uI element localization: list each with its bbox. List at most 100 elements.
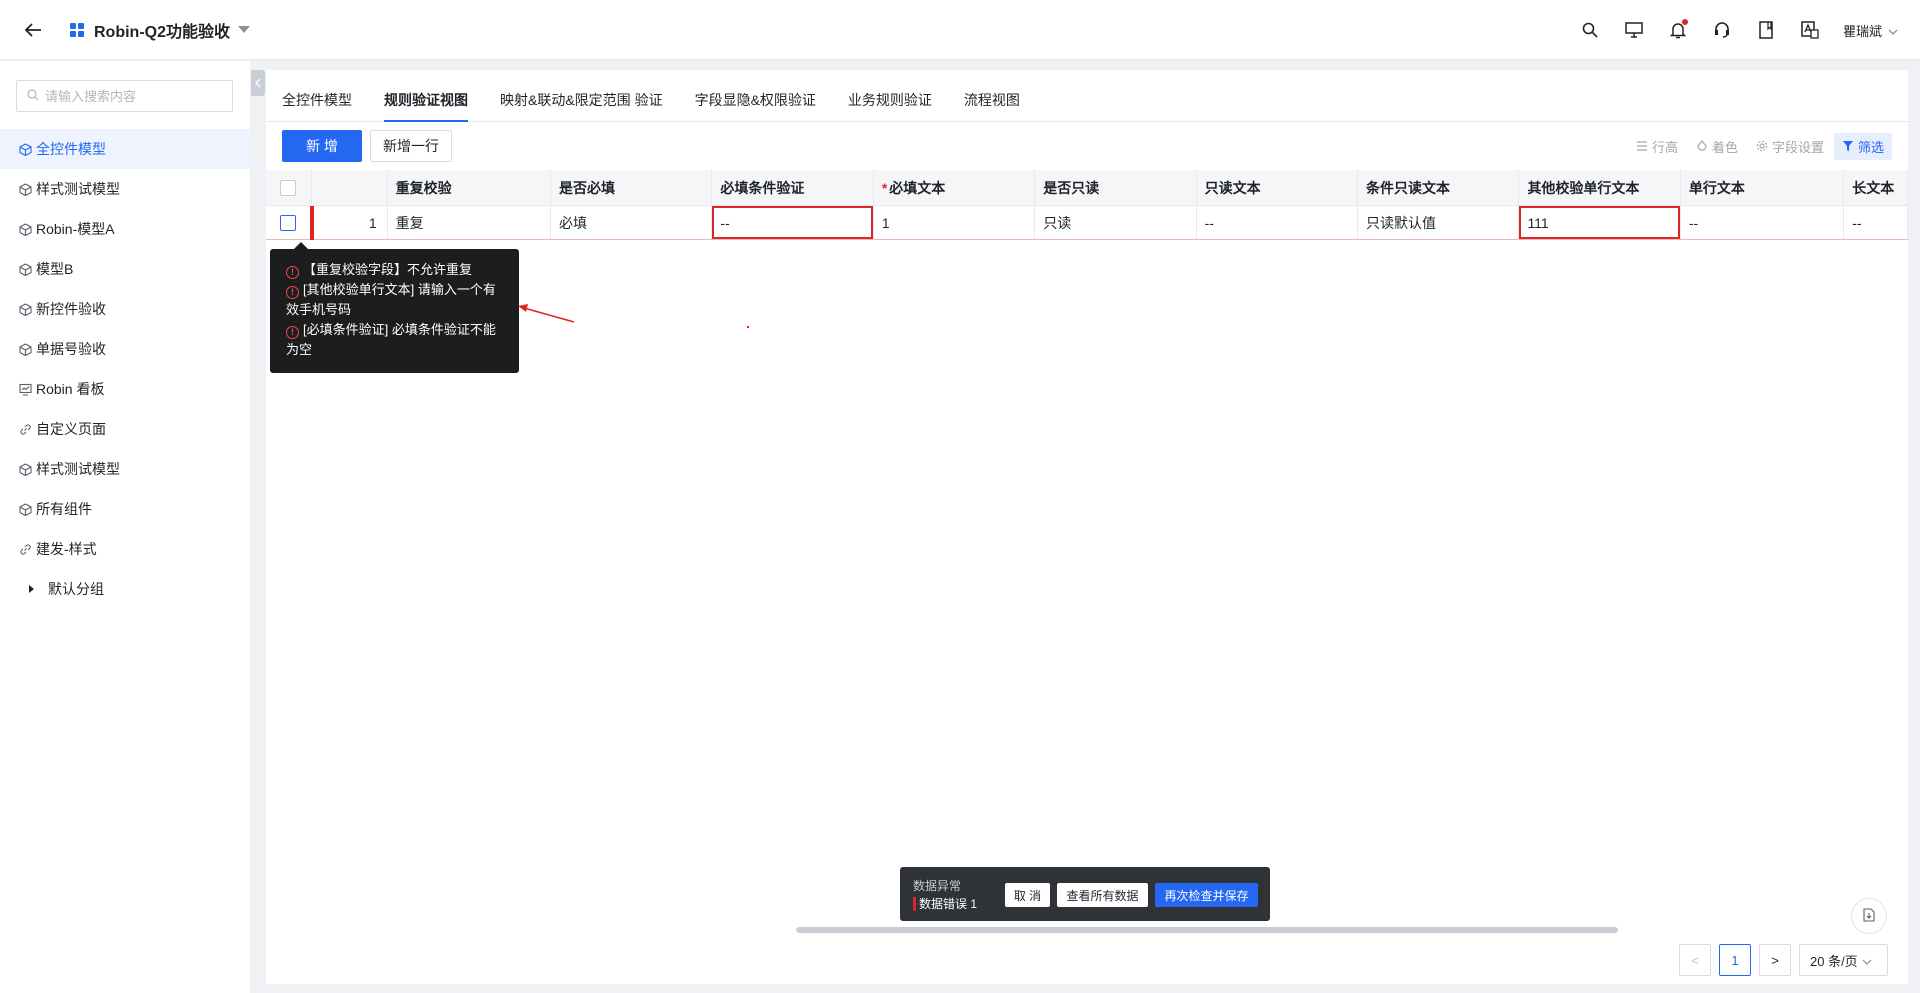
tab-5[interactable]: 业务规则验证 (848, 70, 932, 122)
caret-right-icon (24, 582, 38, 596)
row-index: 1 (311, 206, 388, 239)
field-settings-tool[interactable]: 字段设置 (1756, 137, 1824, 156)
sidebar-item[interactable]: 样式测试模型 (0, 449, 250, 489)
table-cell[interactable]: 重复 (387, 206, 551, 239)
page-1-button[interactable]: 1 (1719, 944, 1751, 976)
sidebar-item[interactable]: 所有组件 (0, 489, 250, 529)
tab-3[interactable]: 映射&联动&限定范围 验证 (500, 70, 663, 122)
view-all-data-button[interactable]: 查看所有数据 (1057, 883, 1148, 907)
view-tabs: 全控件模型 规则验证视图 映射&联动&限定范围 验证 字段显隐&权限验证 业务规则验证流… (266, 70, 1908, 122)
sidebar-item[interactable]: 模型B (0, 249, 250, 289)
cube-icon (18, 182, 32, 196)
sidebar-nav: 全控件模型样式测试模型 Robin-模型A 模型B 新控件验收 单据号验收 Robin 看… (0, 129, 250, 609)
sidebar-item-label: 样式测试模型 (36, 181, 120, 197)
book-icon[interactable] (1755, 19, 1777, 41)
sidebar-item[interactable]: 样式测试模型 (0, 169, 250, 209)
sidebar-item[interactable]: 默认分组 (0, 569, 250, 609)
table-cell[interactable]: 必填 (551, 206, 713, 239)
recheck-save-button[interactable]: 再次检查并保存 (1155, 883, 1258, 907)
color-tool[interactable]: 着色 (1696, 137, 1738, 156)
cube-icon (18, 302, 32, 316)
row-height-tool[interactable]: 行高 (1636, 137, 1678, 156)
select-all-checkbox[interactable] (280, 179, 297, 196)
column-header[interactable]: 必填条件验证 (712, 170, 874, 205)
column-header-label: 只读文本 (1204, 179, 1261, 196)
app-grid-icon (70, 22, 84, 37)
tab-1[interactable]: 全控件模型 (282, 70, 352, 122)
error-action-bar: 数据异常 数据错误 1 取 消 查看所有数据 再次检查并保存 (900, 867, 1270, 921)
column-header-label: 重复校验 (395, 179, 452, 196)
table-cell[interactable]: 只读 (1035, 206, 1197, 239)
link-icon (18, 542, 32, 556)
table-cell[interactable]: 只读默认值 (1358, 206, 1520, 239)
color-label: 着色 (1711, 139, 1738, 155)
column-header[interactable]: 是否只读 (1035, 170, 1197, 205)
column-header[interactable]: 是否必填 (551, 170, 713, 205)
validation-error-text: 【重复校验字段】不允许重复 (303, 262, 473, 277)
back-arrow-icon[interactable] (22, 19, 44, 41)
column-header[interactable]: 其他校验单行文本 (1519, 170, 1681, 205)
user-menu[interactable]: 瞿瑞斌 (1843, 21, 1898, 40)
sidebar-item[interactable]: 自定义页面 (0, 409, 250, 449)
sidebar-item[interactable]: 全控件模型 (0, 129, 250, 169)
table-tools: 行高 着色 字段设置 筛选 (1618, 132, 1892, 160)
column-header[interactable]: 只读文本 (1197, 170, 1359, 205)
tab-4[interactable]: 字段显隐&权限验证 (695, 70, 816, 122)
main-panel: 全控件模型 规则验证视图 映射&联动&限定范围 验证 字段显隐&权限验证 业务规则验证流… (266, 70, 1909, 984)
document-fab-button[interactable] (1851, 898, 1887, 934)
next-page-button[interactable]: > (1759, 944, 1791, 976)
headset-icon[interactable] (1711, 19, 1733, 41)
row-error-indicator (310, 206, 314, 240)
row-checkbox[interactable] (280, 214, 297, 231)
annotation-arrow (518, 304, 575, 323)
monitor-icon[interactable] (1623, 19, 1645, 41)
column-header-label: 必填条件验证 (720, 179, 805, 196)
translate-icon[interactable] (1799, 19, 1821, 41)
table-cell[interactable]: -- (1196, 206, 1359, 239)
column-header[interactable]: 单行文本 (1681, 170, 1845, 205)
table-cell[interactable]: 1 (873, 206, 1036, 239)
table-cell-error[interactable]: 111 (1519, 206, 1681, 239)
tab-6[interactable]: 流程视图 (964, 70, 1020, 122)
column-header[interactable]: 长文本 (1844, 170, 1909, 205)
table-row[interactable]: 1 重复 必填 -- 1 只读 -- 只读默认值 111 -- -- (266, 206, 1909, 240)
sidebar-item-label: 默认分组 (48, 581, 104, 597)
validation-error-tooltip: ! 【重复校验字段】不允许重复! [其他校验单行文本] 请输入一个有效手机号码! [必… (270, 242, 519, 373)
dashboard-icon (18, 382, 32, 396)
validation-error-line: ! [其他校验单行文本] 请输入一个有效手机号码 (286, 280, 505, 320)
validation-error-line: ! [必填条件验证] 必填条件验证不能为空 (286, 320, 505, 360)
sidebar-item[interactable]: Robin-模型A (0, 209, 250, 249)
horizontal-scrollbar[interactable] (796, 927, 1618, 933)
column-header[interactable]: 条件只读文本 (1358, 170, 1520, 205)
sidebar-search-input[interactable] (45, 88, 225, 104)
sidebar-item-label: 全控件模型 (36, 141, 106, 157)
sidebar-collapse-handle[interactable] (251, 70, 265, 96)
sidebar-item-label: Robin-模型A (36, 221, 115, 237)
sidebar-item[interactable]: 新控件验收 (0, 289, 250, 329)
tab-2[interactable]: 规则验证视图 (384, 70, 468, 122)
select-all-cell (266, 170, 312, 205)
add-row-button[interactable]: 新增一行 (370, 130, 452, 162)
table-cell[interactable]: -- (1680, 206, 1845, 239)
sidebar-item-label: Robin 看板 (36, 381, 105, 397)
cube-icon (18, 462, 32, 476)
row-height-label: 行高 (1651, 139, 1678, 155)
table-cell[interactable]: -- (1844, 206, 1909, 239)
add-button[interactable]: 新 增 (282, 130, 362, 162)
bell-icon[interactable] (1667, 19, 1689, 41)
sidebar-item[interactable]: Robin 看板 (0, 369, 250, 409)
column-header[interactable]: * 必填文本 (874, 170, 1036, 205)
filter-tool[interactable]: 筛选 (1833, 132, 1892, 160)
sidebar-item[interactable]: 单据号验收 (0, 329, 250, 369)
table-cell-error[interactable]: -- (712, 206, 874, 239)
sidebar-item[interactable]: 建发-样式 (0, 529, 250, 569)
app-switch-caret-icon[interactable] (238, 26, 250, 33)
sidebar-item-label: 建发-样式 (36, 541, 97, 557)
required-marker: * (881, 179, 888, 196)
cancel-button[interactable]: 取 消 (1005, 883, 1050, 907)
page-size-select[interactable]: 20 条/页 (1799, 944, 1888, 976)
column-header[interactable]: 重复校验 (388, 170, 551, 205)
sidebar-search-box[interactable] (16, 80, 233, 112)
search-icon[interactable] (1579, 19, 1601, 41)
prev-page-button[interactable]: < (1679, 944, 1711, 976)
